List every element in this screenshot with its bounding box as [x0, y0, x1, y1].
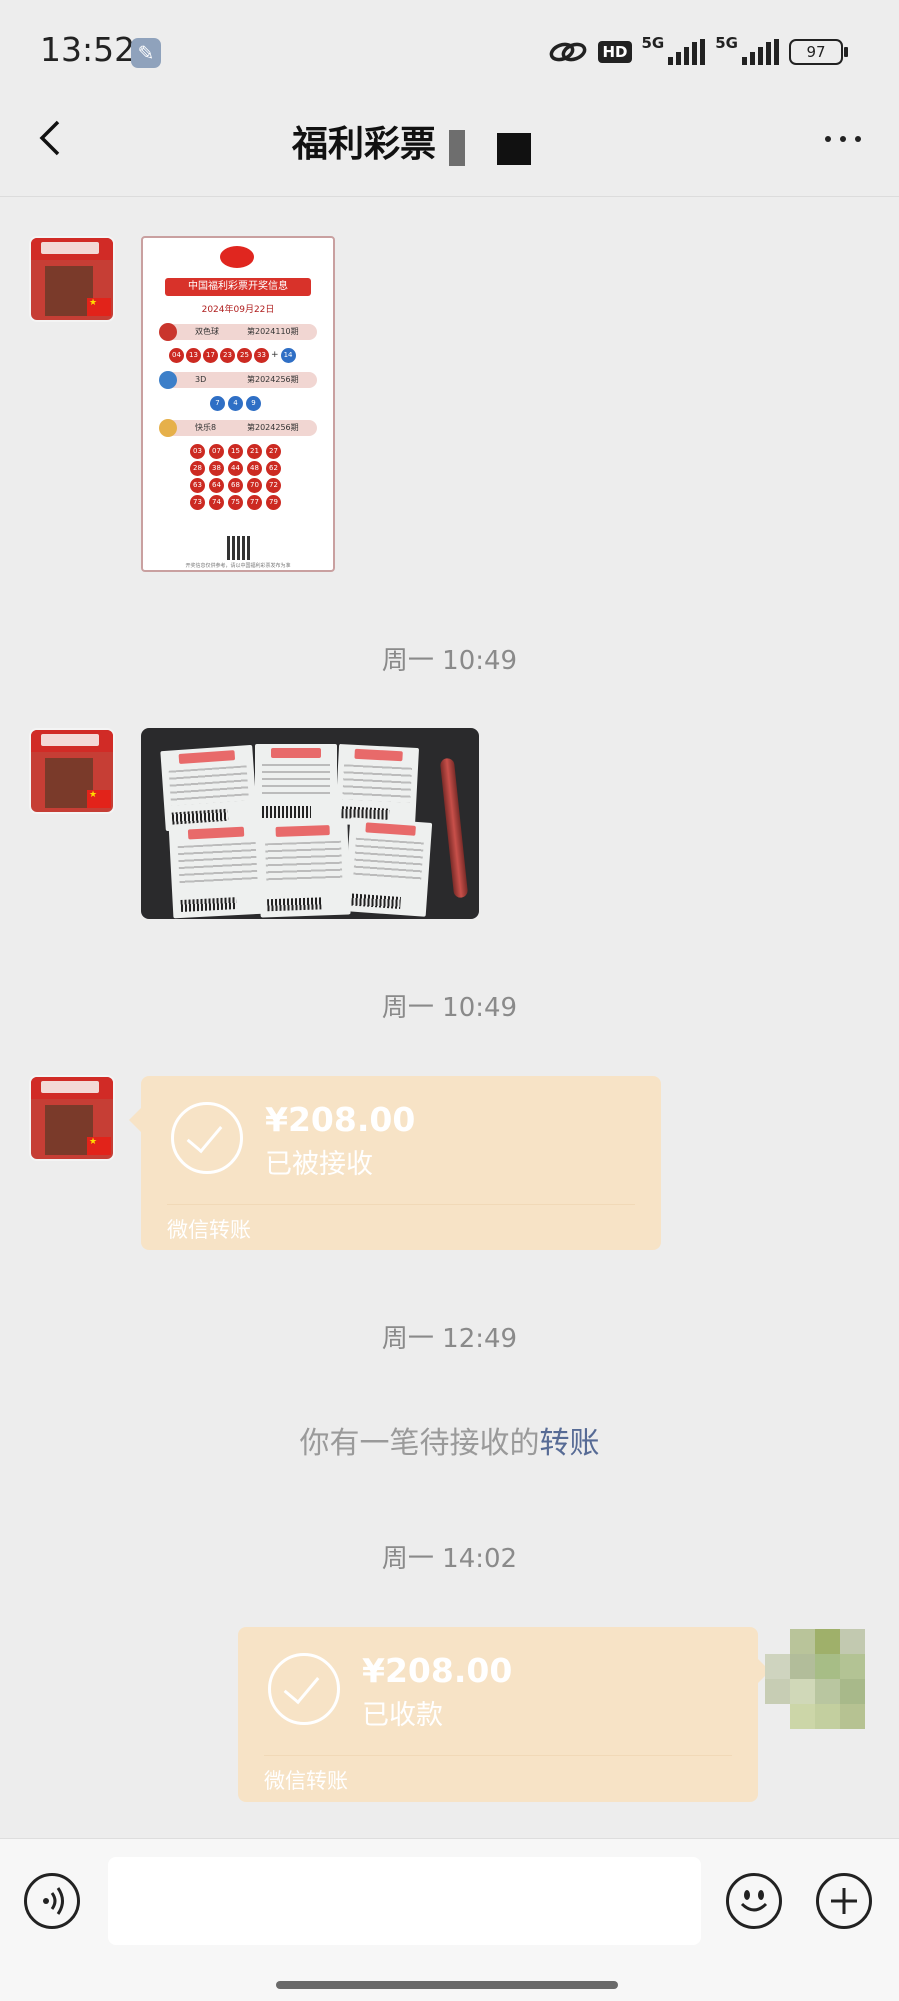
status-icons: HD 5G 5G 97 [548, 34, 848, 70]
ssq-numbers: 04 13 17 23 25 33 + 14 [169, 348, 296, 363]
wrench-icon: ✎ [131, 38, 161, 68]
redaction-mark [497, 133, 531, 165]
avatar[interactable] [765, 1629, 865, 1729]
hd-icon: HD [598, 41, 632, 63]
battery-icon: 97 [789, 39, 848, 65]
message-input[interactable] [108, 1857, 701, 1945]
transfer-label: 微信转账 [264, 1769, 348, 1793]
transfer-label: 微信转账 [167, 1218, 251, 1242]
signal-icon [742, 39, 779, 65]
game-bar: 快乐8 第2024256期 [159, 419, 317, 437]
card-divider [264, 1755, 732, 1756]
chevron-left-icon[interactable] [34, 118, 70, 158]
game-bar: 双色球 第2024110期 [159, 323, 317, 341]
avatar[interactable]: ★ [29, 1075, 115, 1161]
network-label-1: 5G [641, 34, 665, 52]
check-circle-icon [268, 1653, 340, 1725]
status-time: 13:52 [40, 30, 136, 69]
game-bar: 3D 第2024256期 [159, 371, 317, 389]
transfer-link[interactable]: 转账 [540, 1426, 600, 1461]
input-bar [0, 1838, 899, 2001]
kl8-numbers: 03 07 15 21 27 28 38 44 48 62 63 64 68 7… [190, 444, 286, 510]
plus-icon[interactable] [816, 1873, 872, 1929]
timestamp: 周一 14:02 [381, 1544, 518, 1574]
header-divider [0, 196, 899, 197]
timestamp: 周一 10:49 [381, 646, 518, 676]
avatar[interactable]: ★ [29, 236, 115, 322]
link-icon [550, 42, 587, 62]
transfer-amount: ¥208.00 [362, 1651, 513, 1690]
transfer-card[interactable]: ¥208.00 已收款 微信转账 [238, 1627, 770, 1802]
card-divider [167, 1204, 635, 1205]
system-message: 你有一笔待接收的转账 [0, 1418, 899, 1462]
lottery-heading: 中国福利彩票开奖信息 [165, 278, 311, 296]
redaction-mark [449, 130, 465, 166]
signal-icon [668, 39, 706, 65]
emoji-icon[interactable] [726, 1873, 782, 1929]
system-message-text: 你有一笔待接收的 [299, 1426, 540, 1461]
home-indicator[interactable] [276, 1981, 618, 1989]
avatar[interactable]: ★ [29, 728, 115, 814]
qr-code-icon [227, 536, 251, 560]
transfer-status: 已被接收 [265, 1149, 373, 1180]
chat-title: 福利彩票 [292, 124, 437, 165]
check-circle-icon [171, 1102, 243, 1174]
lottery-tickets-photo[interactable] [141, 728, 479, 919]
welfare-lottery-logo [220, 246, 254, 268]
more-dots-icon[interactable] [825, 136, 861, 142]
lottery-result-image[interactable]: 中国福利彩票开奖信息 2024年09月22日 双色球 第2024110期 04 … [141, 236, 335, 572]
timestamp: 周一 10:49 [381, 993, 518, 1023]
transfer-status: 已收款 [362, 1700, 443, 1731]
lottery-date: 2024年09月22日 [201, 305, 275, 315]
network-label-2: 5G [715, 34, 738, 52]
transfer-amount: ¥208.00 [265, 1100, 416, 1139]
transfer-card[interactable]: ¥208.00 已被接收 微信转账 [129, 1076, 661, 1250]
status-bar: 13:52 ✎ HD 5G 5G 97 [0, 0, 899, 100]
timestamp: 周一 12:49 [381, 1324, 518, 1354]
lottery-footer: 开奖信息仅供参考，请以中国福利彩票发布为准 [185, 563, 291, 569]
3d-numbers: 7 4 9 [210, 396, 261, 411]
voice-icon[interactable] [24, 1873, 80, 1929]
